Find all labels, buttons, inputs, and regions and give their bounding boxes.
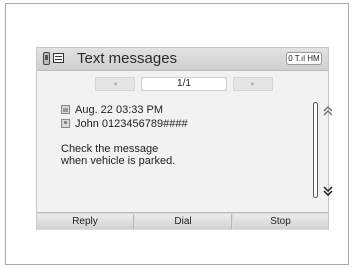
dial-button[interactable]: Dial bbox=[135, 214, 232, 229]
reply-button[interactable]: Reply bbox=[37, 214, 134, 229]
contact-icon bbox=[61, 119, 70, 128]
next-page-button[interactable]: ▸ bbox=[233, 77, 273, 91]
page-title: Text messages bbox=[77, 50, 178, 67]
previous-page-button[interactable]: ◂ bbox=[95, 77, 135, 91]
display-screen: Text messages 0 T.ıl HM ◂ 1/1 ▸ Aug. 22 … bbox=[36, 47, 333, 230]
calendar-icon bbox=[61, 105, 70, 114]
page-navigation: ◂ 1/1 ▸ bbox=[95, 77, 273, 91]
message-body-line-1: Check the message bbox=[61, 143, 159, 155]
double-chevron-up-icon[interactable] bbox=[323, 106, 333, 116]
message-icon bbox=[53, 53, 64, 63]
illustration-frame: Text messages 0 T.ıl HM ◂ 1/1 ▸ Aug. 22 … bbox=[5, 3, 349, 265]
double-chevron-down-icon[interactable] bbox=[323, 186, 333, 196]
phone-icon bbox=[43, 52, 50, 65]
message-body-line-2: when vehicle is parked. bbox=[61, 155, 176, 167]
title-bar: Text messages 0 T.ıl HM bbox=[37, 48, 328, 71]
stop-button[interactable]: Stop bbox=[233, 214, 328, 229]
message-sender: John 0123456789#### bbox=[75, 118, 188, 130]
message-date-row: Aug. 22 03:33 PM bbox=[61, 104, 163, 116]
softkey-bar: Reply Dial Stop bbox=[37, 212, 328, 230]
page-indicator: 1/1 bbox=[141, 77, 227, 91]
message-sender-row: John 0123456789#### bbox=[61, 118, 188, 130]
status-indicator: 0 T.ıl HM bbox=[286, 52, 322, 65]
scrollbar[interactable] bbox=[313, 102, 318, 198]
message-date: Aug. 22 03:33 PM bbox=[75, 104, 164, 116]
